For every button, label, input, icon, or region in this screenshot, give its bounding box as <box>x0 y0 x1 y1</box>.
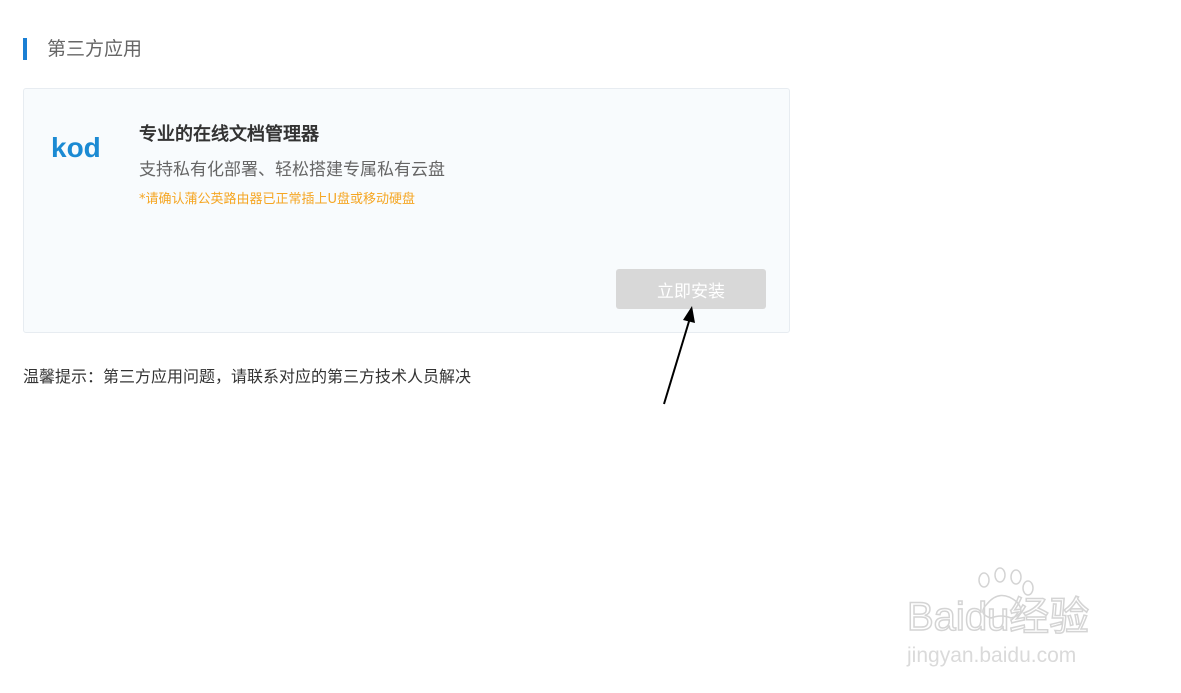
section-accent-bar <box>23 38 27 60</box>
baidu-paw-icon: Baidu经验 jingyan.baidu.com <box>906 567 1090 667</box>
app-title: 专业的在线文档管理器 <box>139 124 319 145</box>
section-header: 第三方应用 <box>23 37 142 61</box>
app-description: 支持私有化部署、轻松搭建专属私有云盘 <box>139 160 445 180</box>
section-title: 第三方应用 <box>47 38 143 60</box>
tip-text: 温馨提示：第三方应用问题，请联系对应的第三方技术人员解决 <box>23 367 472 386</box>
app-card: kod 专业的在线文档管理器 支持私有化部署、轻松搭建专属私有云盘 *请确认蒲公… <box>23 88 790 333</box>
app-requirement-note: *请确认蒲公英路由器已正常插上U盘或移动硬盘 <box>139 192 416 207</box>
kod-logo-icon: kod <box>51 133 101 163</box>
install-button[interactable]: 立即安装 <box>616 269 766 309</box>
svg-text:jingyan.baidu.com: jingyan.baidu.com <box>906 644 1076 667</box>
svg-text:kod: kod <box>51 133 101 163</box>
svg-text:Baidu经验: Baidu经验 <box>907 595 1089 639</box>
